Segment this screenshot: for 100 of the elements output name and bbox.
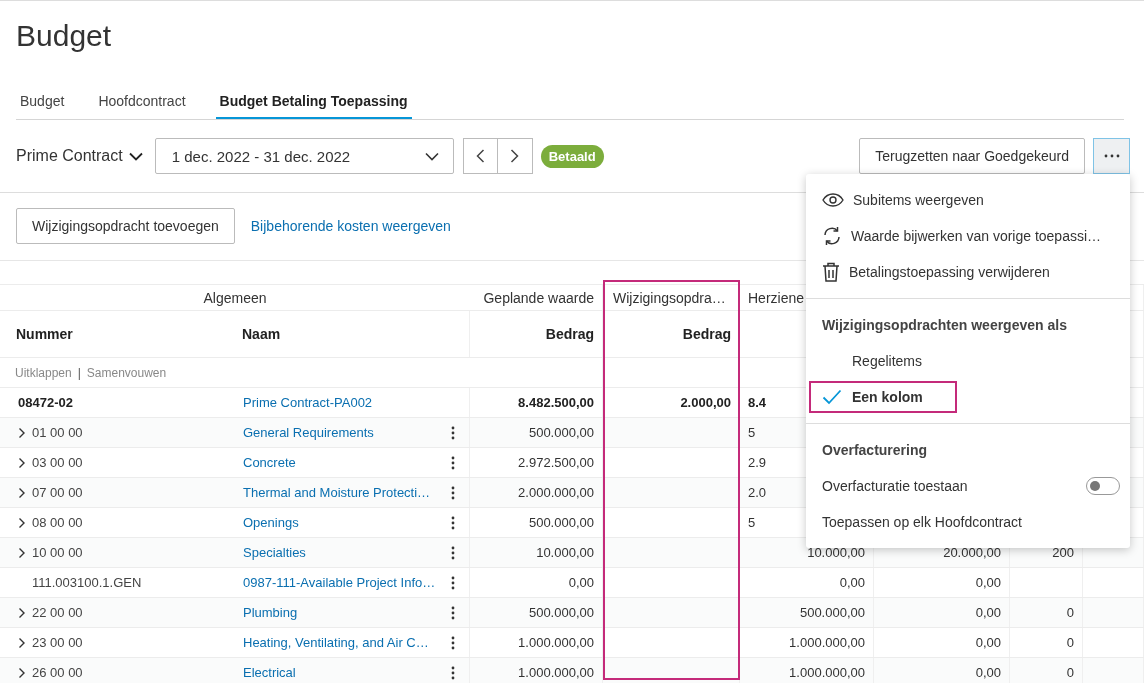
chevron-down-icon (128, 151, 143, 161)
expand-chevron-icon[interactable] (18, 546, 26, 559)
menu-item[interactable]: Toepassen op elk Hoofdcontract (806, 504, 1130, 540)
column-group-header: Herziene (748, 289, 805, 306)
table-cell: 500.000,00 (528, 605, 594, 620)
table-cell: 0,00 (568, 575, 594, 590)
item-link[interactable]: Prime Contract-PA002 (243, 395, 373, 410)
expand-chevron-icon[interactable] (18, 426, 26, 439)
revert-button[interactable]: Terugzetten naar Goedgekeurd (859, 138, 1085, 174)
menu-item[interactable]: Betalingstoepassing verwijderen (806, 254, 1130, 290)
item-link[interactable]: Openings (243, 515, 299, 530)
expand-chevron-icon[interactable] (18, 606, 26, 619)
item-link[interactable]: Electrical (243, 665, 296, 680)
table-cell: 03 00 00 (32, 455, 83, 470)
menu-item[interactable]: Waarde bijwerken van vorige toepassi… (806, 218, 1130, 254)
table-cell: 1.000.000,00 (518, 635, 594, 650)
table-cell: 1.000.000,00 (518, 665, 594, 680)
table-cell: 01 00 00 (32, 425, 83, 440)
menu-section-header: Wijzigingsopdrachten weergeven als (821, 316, 1068, 335)
item-link[interactable]: General Requirements (243, 425, 374, 440)
column-header: Naam (242, 326, 281, 342)
table-cell: 2.000,00 (680, 395, 731, 410)
kebab-menu-icon[interactable] (451, 575, 455, 590)
table-cell: 5 (748, 515, 756, 530)
table-cell: 0,00 (839, 575, 865, 590)
page-title: Budget (15, 18, 113, 54)
column-header: Bedrag (682, 326, 731, 342)
menu-option[interactable]: Een kolom (806, 379, 935, 415)
kebab-menu-icon[interactable] (451, 425, 455, 440)
table-cell: 2.000.000,00 (518, 485, 594, 500)
table-cell: 0,00 (975, 575, 1001, 590)
table-cell: 08472-02 (18, 395, 73, 410)
add-change-order-button[interactable]: Wijzigingsopdracht toevoegen (16, 208, 235, 244)
column-header: Nummer (16, 326, 73, 342)
table-cell: 500.000,00 (799, 605, 865, 620)
kebab-menu-icon[interactable] (451, 665, 455, 680)
expand-chevron-icon[interactable] (18, 516, 26, 529)
item-link[interactable]: Plumbing (243, 605, 298, 620)
more-icon (1103, 154, 1120, 158)
menu-item[interactable]: Subitems weergeven (806, 182, 1130, 218)
chevron-left-icon (475, 149, 485, 163)
table-cell: 0,00 (975, 665, 1001, 680)
table-cell: 20.000,00 (943, 545, 1001, 560)
table-cell: 5 (748, 425, 756, 440)
status-badge: Betaald (540, 144, 604, 168)
tab[interactable]: Hoofdcontract (94, 87, 190, 119)
kebab-menu-icon[interactable] (451, 485, 455, 500)
costs-link[interactable]: Bijbehorende kosten weergeven (250, 218, 451, 234)
column-group-header: Algemeen (203, 289, 267, 306)
table-cell: 0,00 (975, 635, 1001, 650)
table-cell: 26 00 00 (32, 665, 83, 680)
table-cell: 8.4 (748, 395, 767, 410)
column-group-header: Wijzigingsopdra… (613, 289, 726, 306)
table-cell: 2.0 (748, 485, 767, 500)
kebab-menu-icon[interactable] (451, 515, 455, 530)
table-cell: 08 00 00 (32, 515, 83, 530)
table-cell: 1.000.000,00 (789, 635, 865, 650)
table-cell: 10.000,00 (536, 545, 594, 560)
trash-icon (822, 262, 840, 282)
item-link[interactable]: Concrete (243, 455, 296, 470)
menu-section-header: Overfacturering (821, 441, 929, 460)
item-link[interactable]: Thermal and Moisture Protecti… (243, 485, 431, 500)
kebab-menu-icon[interactable] (451, 635, 455, 650)
item-link[interactable]: Specialties (243, 545, 306, 560)
kebab-menu-icon[interactable] (451, 545, 455, 560)
toggle-switch[interactable] (1086, 477, 1120, 495)
item-link[interactable]: Heating, Ventilating, and Air C… (243, 635, 429, 650)
eye-icon (822, 193, 844, 207)
expand-chevron-icon[interactable] (18, 636, 26, 649)
item-link[interactable]: 0987-111-Available Project Info… (243, 575, 436, 590)
chevron-right-icon (510, 149, 520, 163)
expand-chevron-icon[interactable] (18, 666, 26, 679)
table-cell: 1.000.000,00 (789, 665, 865, 680)
table-cell: 0 (1066, 635, 1074, 650)
tab[interactable]: Budget (16, 87, 69, 119)
period-dropdown[interactable]: 1 dec. 2022 - 31 dec. 2022 (154, 138, 454, 174)
column-header: Bedrag (545, 326, 594, 342)
table-cell: 500.000,00 (528, 425, 594, 440)
kebab-menu-icon[interactable] (451, 455, 455, 470)
expand-link[interactable]: Uitklappen (15, 365, 72, 380)
table-cell: 8.482.500,00 (518, 395, 594, 410)
table-cell: 0,00 (975, 605, 1001, 620)
refresh-icon (822, 226, 842, 246)
table-cell: 07 00 00 (32, 485, 83, 500)
table-cell: 500.000,00 (528, 515, 594, 530)
table-cell: 2.972.500,00 (518, 455, 594, 470)
chevron-down-icon (424, 151, 439, 161)
kebab-menu-icon[interactable] (451, 605, 455, 620)
table-cell: 2.9 (748, 455, 767, 470)
expand-chevron-icon[interactable] (18, 486, 26, 499)
menu-item-label: Overfacturatie toestaan (822, 478, 968, 494)
menu-option[interactable]: Regelitems (806, 343, 935, 379)
tab[interactable]: Budget Betaling Toepassing (215, 87, 412, 119)
table-cell: 200 (1052, 545, 1074, 560)
table-cell: 111.003100.1.GEN (32, 575, 142, 590)
table-cell: 0 (1066, 665, 1074, 680)
table-cell: 23 00 00 (32, 635, 83, 650)
contract-dropdown[interactable]: Prime Contract (16, 147, 143, 165)
collapse-link[interactable]: Samenvouwen (86, 365, 167, 380)
expand-chevron-icon[interactable] (18, 456, 26, 469)
